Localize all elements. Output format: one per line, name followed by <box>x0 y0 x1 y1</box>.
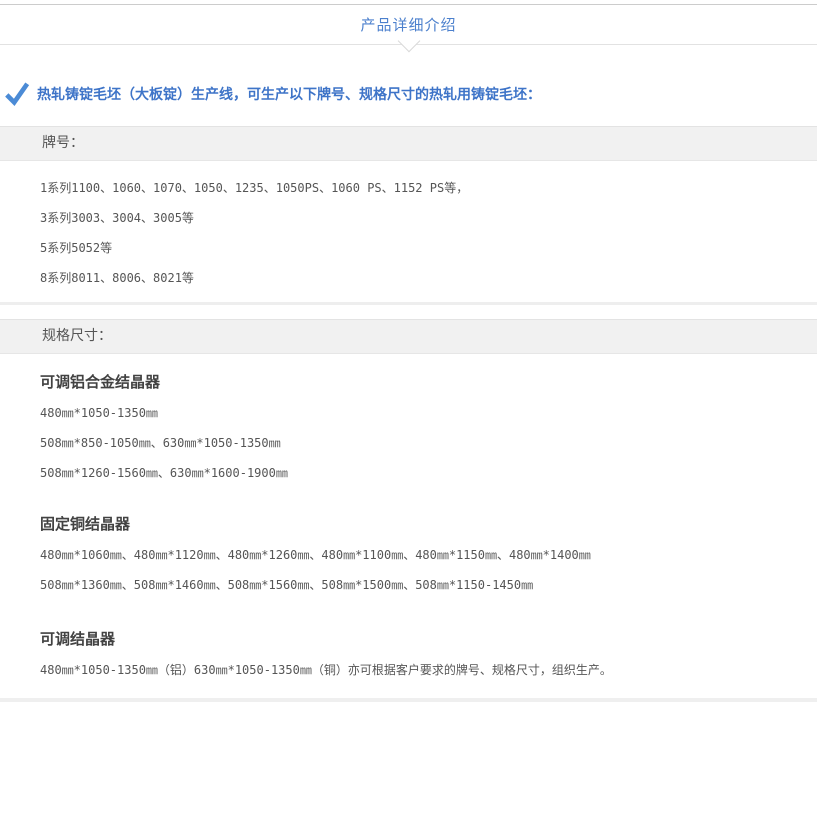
bottom-border-line <box>0 698 817 702</box>
spec-line: 508㎜*1260-1560㎜、630㎜*1600-1900㎜ <box>40 458 817 488</box>
grade-line: 3系列3003、3004、3005等 <box>40 203 817 233</box>
check-icon <box>4 81 30 107</box>
spec-line: 508㎜*850-1050㎜、630㎜*1050-1350㎜ <box>40 428 817 458</box>
fixed-copper-specs: 480㎜*1060㎜、480㎜*1120㎜、480㎜*1260㎜、480㎜*11… <box>0 534 817 600</box>
grade-line: 1系列1100、1060、1070、1050、1235、1050PS、1060 … <box>40 173 817 203</box>
title-divider <box>0 44 817 45</box>
section-header-grades: 牌号： <box>0 126 817 161</box>
section-divider <box>0 302 817 305</box>
spec-line: 480㎜*1050-1350㎜（铝）630㎜*1050-1350㎜（铜）亦可根据… <box>40 655 817 685</box>
intro-row: 热轧铸锭毛坯（大板锭）生产线，可生产以下牌号、规格尺寸的热轧用铸锭毛坯： <box>4 81 817 107</box>
spec-line: 480㎜*1050-1350㎜ <box>40 398 817 428</box>
section-header-specs: 规格尺寸： <box>0 319 817 354</box>
subsection-title-adjustable: 可调结晶器 <box>0 628 817 649</box>
grades-list: 1系列1100、1060、1070、1050、1235、1050PS、1060 … <box>0 161 817 293</box>
spec-line: 480㎜*1060㎜、480㎜*1120㎜、480㎜*1260㎜、480㎜*11… <box>40 540 817 570</box>
grade-line: 5系列5052等 <box>40 233 817 263</box>
spec-line: 508㎜*1360㎜、508㎜*1460㎜、508㎜*1560㎜、508㎜*15… <box>40 570 817 600</box>
adjustable-specs: 480㎜*1050-1350㎜（铝）630㎜*1050-1350㎜（铜）亦可根据… <box>0 649 817 685</box>
section-header-specs-label: 规格尺寸： <box>42 328 112 344</box>
section-header-grades-label: 牌号： <box>42 135 84 151</box>
intro-text: 热轧铸锭毛坯（大板锭）生产线，可生产以下牌号、规格尺寸的热轧用铸锭毛坯： <box>37 84 541 104</box>
adjustable-aluminum-specs: 480㎜*1050-1350㎜ 508㎜*850-1050㎜、630㎜*1050… <box>0 392 817 488</box>
subsection-title-adjustable-aluminum: 可调铝合金结晶器 <box>0 371 817 392</box>
grade-line: 8系列8011、8006、8021等 <box>40 263 817 293</box>
subsection-title-fixed-copper: 固定铜结晶器 <box>0 513 817 534</box>
